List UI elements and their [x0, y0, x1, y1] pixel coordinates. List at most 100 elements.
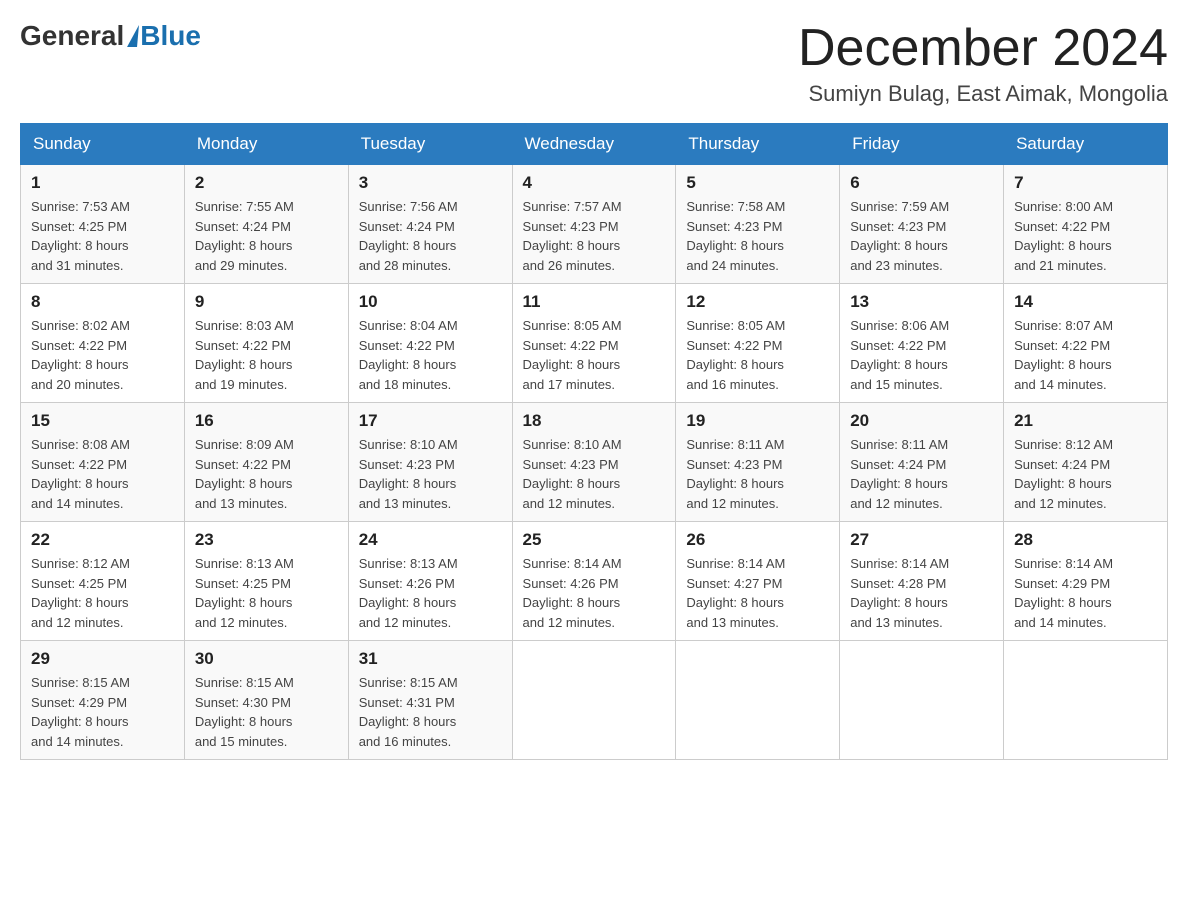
day-info: Sunrise: 8:05 AMSunset: 4:22 PMDaylight:…	[523, 316, 666, 394]
day-info: Sunrise: 7:56 AMSunset: 4:24 PMDaylight:…	[359, 197, 502, 275]
table-row: 14 Sunrise: 8:07 AMSunset: 4:22 PMDaylig…	[1004, 284, 1168, 403]
day-number: 3	[359, 173, 502, 193]
day-info: Sunrise: 8:12 AMSunset: 4:24 PMDaylight:…	[1014, 435, 1157, 513]
header-friday: Friday	[840, 124, 1004, 165]
day-number: 30	[195, 649, 338, 669]
day-info: Sunrise: 8:00 AMSunset: 4:22 PMDaylight:…	[1014, 197, 1157, 275]
table-row: 28 Sunrise: 8:14 AMSunset: 4:29 PMDaylig…	[1004, 522, 1168, 641]
day-number: 8	[31, 292, 174, 312]
header-tuesday: Tuesday	[348, 124, 512, 165]
logo-general-text: General	[20, 20, 124, 52]
table-row: 4 Sunrise: 7:57 AMSunset: 4:23 PMDayligh…	[512, 165, 676, 284]
location: Sumiyn Bulag, East Aimak, Mongolia	[798, 81, 1168, 107]
day-info: Sunrise: 8:10 AMSunset: 4:23 PMDaylight:…	[359, 435, 502, 513]
table-row: 9 Sunrise: 8:03 AMSunset: 4:22 PMDayligh…	[184, 284, 348, 403]
table-row: 18 Sunrise: 8:10 AMSunset: 4:23 PMDaylig…	[512, 403, 676, 522]
calendar-week-row: 8 Sunrise: 8:02 AMSunset: 4:22 PMDayligh…	[21, 284, 1168, 403]
table-row: 31 Sunrise: 8:15 AMSunset: 4:31 PMDaylig…	[348, 641, 512, 760]
logo-triangle-icon	[127, 25, 139, 47]
table-row: 27 Sunrise: 8:14 AMSunset: 4:28 PMDaylig…	[840, 522, 1004, 641]
day-info: Sunrise: 8:08 AMSunset: 4:22 PMDaylight:…	[31, 435, 174, 513]
day-number: 4	[523, 173, 666, 193]
day-number: 2	[195, 173, 338, 193]
day-number: 10	[359, 292, 502, 312]
day-info: Sunrise: 8:15 AMSunset: 4:31 PMDaylight:…	[359, 673, 502, 751]
day-number: 9	[195, 292, 338, 312]
table-row: 3 Sunrise: 7:56 AMSunset: 4:24 PMDayligh…	[348, 165, 512, 284]
day-number: 13	[850, 292, 993, 312]
day-number: 14	[1014, 292, 1157, 312]
day-info: Sunrise: 8:14 AMSunset: 4:27 PMDaylight:…	[686, 554, 829, 632]
calendar-week-row: 15 Sunrise: 8:08 AMSunset: 4:22 PMDaylig…	[21, 403, 1168, 522]
table-row: 24 Sunrise: 8:13 AMSunset: 4:26 PMDaylig…	[348, 522, 512, 641]
day-number: 31	[359, 649, 502, 669]
title-section: December 2024 Sumiyn Bulag, East Aimak, …	[798, 20, 1168, 107]
calendar-week-row: 29 Sunrise: 8:15 AMSunset: 4:29 PMDaylig…	[21, 641, 1168, 760]
day-info: Sunrise: 8:07 AMSunset: 4:22 PMDaylight:…	[1014, 316, 1157, 394]
calendar-header-row: Sunday Monday Tuesday Wednesday Thursday…	[21, 124, 1168, 165]
day-info: Sunrise: 8:09 AMSunset: 4:22 PMDaylight:…	[195, 435, 338, 513]
calendar-table: Sunday Monday Tuesday Wednesday Thursday…	[20, 123, 1168, 760]
table-row: 15 Sunrise: 8:08 AMSunset: 4:22 PMDaylig…	[21, 403, 185, 522]
header-monday: Monday	[184, 124, 348, 165]
table-row: 12 Sunrise: 8:05 AMSunset: 4:22 PMDaylig…	[676, 284, 840, 403]
logo-blue-text: Blue	[140, 20, 201, 52]
table-row: 2 Sunrise: 7:55 AMSunset: 4:24 PMDayligh…	[184, 165, 348, 284]
day-info: Sunrise: 8:02 AMSunset: 4:22 PMDaylight:…	[31, 316, 174, 394]
header-sunday: Sunday	[21, 124, 185, 165]
day-number: 12	[686, 292, 829, 312]
day-number: 16	[195, 411, 338, 431]
day-number: 15	[31, 411, 174, 431]
table-row: 13 Sunrise: 8:06 AMSunset: 4:22 PMDaylig…	[840, 284, 1004, 403]
table-row: 17 Sunrise: 8:10 AMSunset: 4:23 PMDaylig…	[348, 403, 512, 522]
day-info: Sunrise: 8:13 AMSunset: 4:26 PMDaylight:…	[359, 554, 502, 632]
table-row	[512, 641, 676, 760]
day-info: Sunrise: 8:10 AMSunset: 4:23 PMDaylight:…	[523, 435, 666, 513]
table-row: 6 Sunrise: 7:59 AMSunset: 4:23 PMDayligh…	[840, 165, 1004, 284]
day-info: Sunrise: 7:59 AMSunset: 4:23 PMDaylight:…	[850, 197, 993, 275]
table-row	[840, 641, 1004, 760]
table-row	[1004, 641, 1168, 760]
day-number: 27	[850, 530, 993, 550]
day-info: Sunrise: 8:11 AMSunset: 4:23 PMDaylight:…	[686, 435, 829, 513]
table-row: 29 Sunrise: 8:15 AMSunset: 4:29 PMDaylig…	[21, 641, 185, 760]
header-wednesday: Wednesday	[512, 124, 676, 165]
day-info: Sunrise: 8:15 AMSunset: 4:30 PMDaylight:…	[195, 673, 338, 751]
day-number: 5	[686, 173, 829, 193]
day-info: Sunrise: 8:06 AMSunset: 4:22 PMDaylight:…	[850, 316, 993, 394]
day-number: 6	[850, 173, 993, 193]
table-row: 10 Sunrise: 8:04 AMSunset: 4:22 PMDaylig…	[348, 284, 512, 403]
table-row: 20 Sunrise: 8:11 AMSunset: 4:24 PMDaylig…	[840, 403, 1004, 522]
calendar-week-row: 1 Sunrise: 7:53 AMSunset: 4:25 PMDayligh…	[21, 165, 1168, 284]
day-info: Sunrise: 8:15 AMSunset: 4:29 PMDaylight:…	[31, 673, 174, 751]
table-row: 23 Sunrise: 8:13 AMSunset: 4:25 PMDaylig…	[184, 522, 348, 641]
calendar-week-row: 22 Sunrise: 8:12 AMSunset: 4:25 PMDaylig…	[21, 522, 1168, 641]
day-number: 20	[850, 411, 993, 431]
header-saturday: Saturday	[1004, 124, 1168, 165]
day-info: Sunrise: 8:14 AMSunset: 4:26 PMDaylight:…	[523, 554, 666, 632]
page-header: General Blue December 2024 Sumiyn Bulag,…	[20, 20, 1168, 107]
table-row: 21 Sunrise: 8:12 AMSunset: 4:24 PMDaylig…	[1004, 403, 1168, 522]
day-info: Sunrise: 8:14 AMSunset: 4:28 PMDaylight:…	[850, 554, 993, 632]
logo: General Blue	[20, 20, 201, 48]
day-info: Sunrise: 7:58 AMSunset: 4:23 PMDaylight:…	[686, 197, 829, 275]
table-row: 1 Sunrise: 7:53 AMSunset: 4:25 PMDayligh…	[21, 165, 185, 284]
day-number: 29	[31, 649, 174, 669]
day-info: Sunrise: 7:57 AMSunset: 4:23 PMDaylight:…	[523, 197, 666, 275]
day-info: Sunrise: 7:53 AMSunset: 4:25 PMDaylight:…	[31, 197, 174, 275]
day-number: 1	[31, 173, 174, 193]
table-row	[676, 641, 840, 760]
day-number: 22	[31, 530, 174, 550]
day-info: Sunrise: 8:03 AMSunset: 4:22 PMDaylight:…	[195, 316, 338, 394]
day-number: 17	[359, 411, 502, 431]
table-row: 19 Sunrise: 8:11 AMSunset: 4:23 PMDaylig…	[676, 403, 840, 522]
month-title: December 2024	[798, 20, 1168, 77]
table-row: 26 Sunrise: 8:14 AMSunset: 4:27 PMDaylig…	[676, 522, 840, 641]
table-row: 16 Sunrise: 8:09 AMSunset: 4:22 PMDaylig…	[184, 403, 348, 522]
day-number: 18	[523, 411, 666, 431]
day-info: Sunrise: 8:11 AMSunset: 4:24 PMDaylight:…	[850, 435, 993, 513]
table-row: 22 Sunrise: 8:12 AMSunset: 4:25 PMDaylig…	[21, 522, 185, 641]
day-info: Sunrise: 8:05 AMSunset: 4:22 PMDaylight:…	[686, 316, 829, 394]
table-row: 8 Sunrise: 8:02 AMSunset: 4:22 PMDayligh…	[21, 284, 185, 403]
table-row: 11 Sunrise: 8:05 AMSunset: 4:22 PMDaylig…	[512, 284, 676, 403]
